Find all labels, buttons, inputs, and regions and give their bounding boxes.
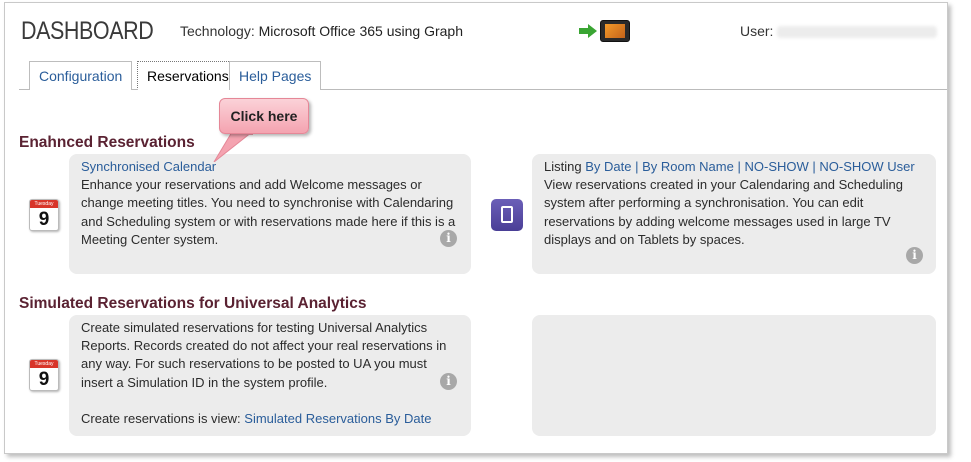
info-icon[interactable]: i [440,373,457,390]
card-listing: Listing By Date | By Room Name | NO-SHOW… [532,154,936,274]
listing-by-date-link[interactable]: By Date [585,159,631,174]
synchronised-calendar-link[interactable]: Synchronised Calendar [81,159,216,174]
technology-label: Technology: [180,23,255,39]
info-icon[interactable]: i [906,247,923,264]
simulated-reservations-by-date-link[interactable]: Simulated Reservations By Date [244,411,431,426]
simulated-description: Create simulated reservations for testin… [81,320,447,390]
tab-configuration[interactable]: Configuration [29,61,133,90]
page-title: DASHBOARD [21,17,154,45]
user-info: User: [740,23,938,39]
card-simulated-reservations: Create simulated reservations for testin… [69,315,471,436]
arrow-right-icon [579,24,597,38]
info-icon[interactable]: i [440,230,457,247]
callout-pointer [213,132,253,162]
simulated-view-label: Create reservations is view: [81,411,241,427]
card-synchronised-calendar: Synchronised Calendar Enhance your reser… [69,154,471,274]
listing-description: View reservations created in your Calend… [544,177,903,247]
tab-reservations[interactable]: Reservations [137,61,239,90]
calendar-icon: Tuesday 9 [29,359,59,391]
click-here-callout: Click here [219,98,309,134]
tab-help-pages[interactable]: Help Pages [229,61,322,90]
device-icon [600,20,630,42]
section-title-simulated: Simulated Reservations for Universal Ana… [19,295,367,312]
listing-by-room-name-link[interactable]: By Room Name [642,159,734,174]
section-title-enhanced: Enahnced Reservations [19,134,195,151]
tab-bar: Configuration Reservations Help Pages [19,61,947,90]
listing-no-show-user-link[interactable]: NO-SHOW User [819,159,914,174]
technology-info: Technology: Microsoft Office 365 using G… [180,23,463,39]
user-label: User: [740,23,774,39]
technology-value: Microsoft Office 365 using Graph [258,23,464,39]
listing-no-show-link[interactable]: NO-SHOW [744,159,808,174]
listing-label: Listing [544,159,582,174]
synchronised-calendar-description: Enhance your reservations and add Welcom… [81,177,456,247]
card-empty [532,315,936,436]
tablet-icon [491,199,523,231]
dashboard-frame: DASHBOARD Technology: Microsoft Office 3… [4,2,948,454]
calendar-icon: Tuesday 9 [29,199,59,231]
connection-status [579,20,635,42]
user-name-redacted [777,26,938,39]
